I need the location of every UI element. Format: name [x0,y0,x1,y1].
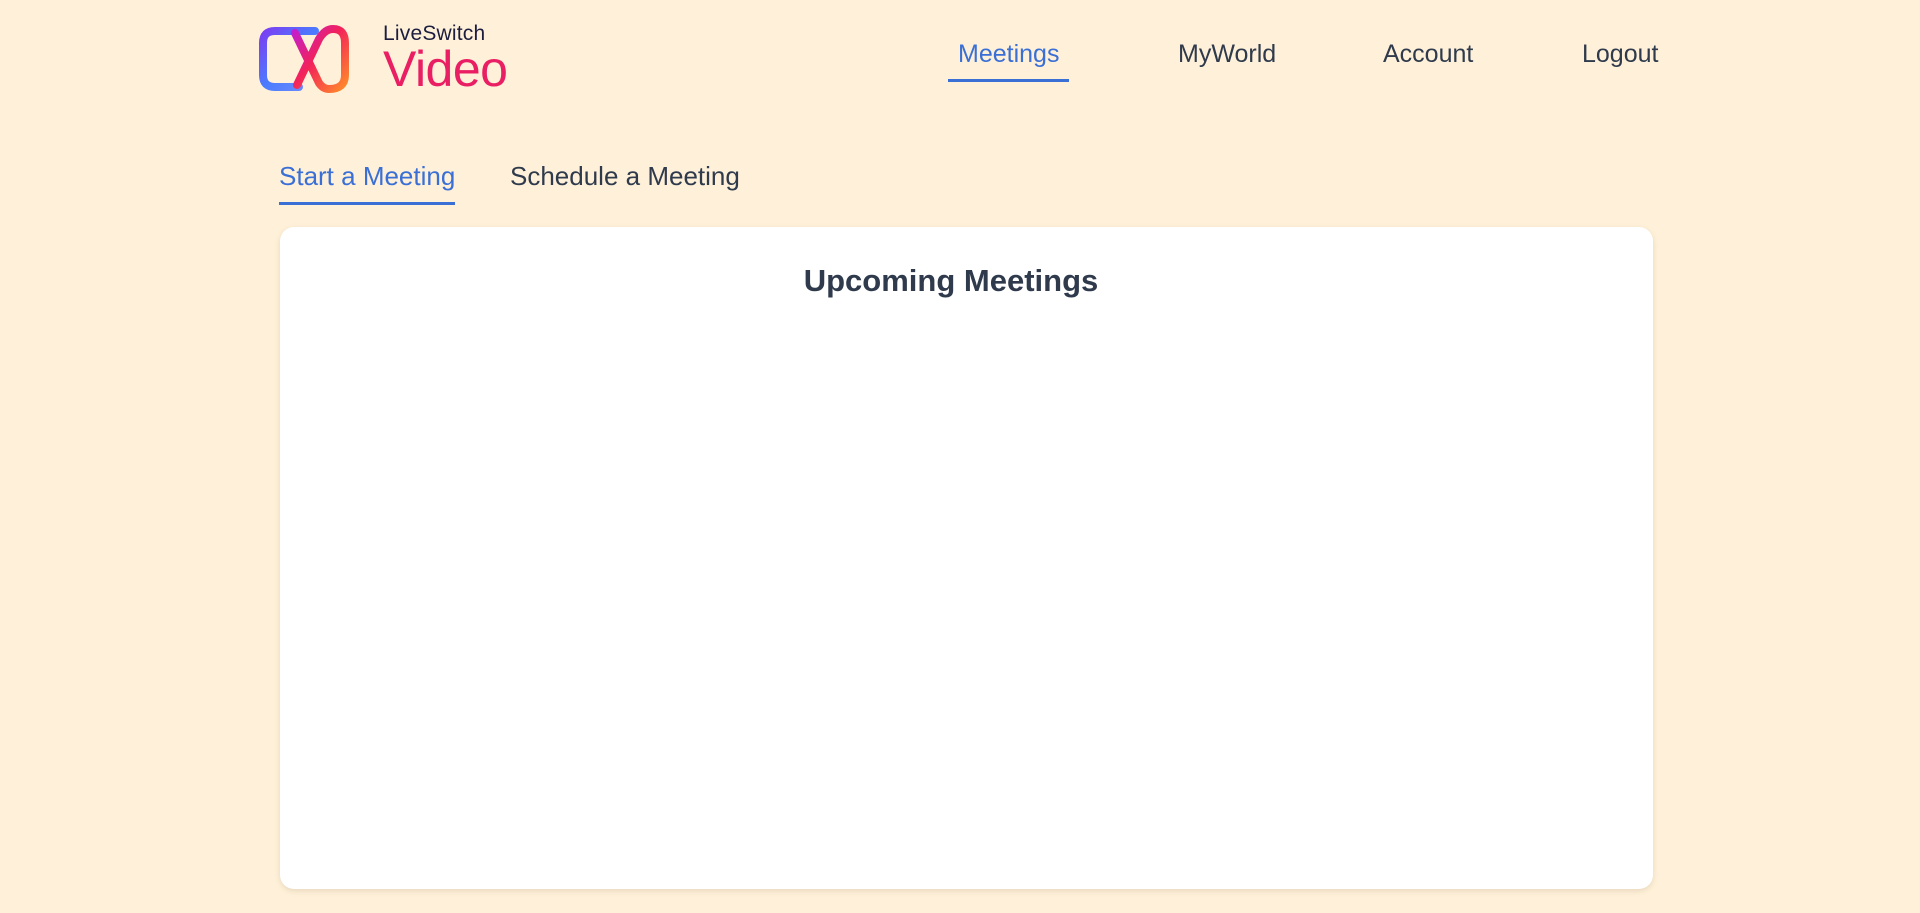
tab-start-meeting[interactable]: Start a Meeting [279,161,456,205]
nav-item-logout[interactable]: Logout [1572,40,1668,79]
main-nav: Meetings MyWorld Account Logout [948,40,1658,84]
page: LiveSwitch Video Meetings MyWorld Accoun… [0,0,1920,913]
card-title: Upcoming Meetings [803,263,1099,298]
upcoming-meetings-card: Upcoming Meetings [280,227,1653,889]
brand-logo-link[interactable]: LiveSwitch Video [257,22,508,97]
nav-item-meetings[interactable]: Meetings [948,40,1070,82]
tab-schedule-meeting[interactable]: Schedule a Meeting [510,161,740,202]
nav-item-myworld[interactable]: MyWorld [1168,40,1286,79]
liveswitch-logo-icon [259,25,349,93]
brand-big-text: Video [383,41,508,97]
brand-text: LiveSwitch Video [383,22,508,97]
nav-item-account[interactable]: Account [1373,40,1483,79]
